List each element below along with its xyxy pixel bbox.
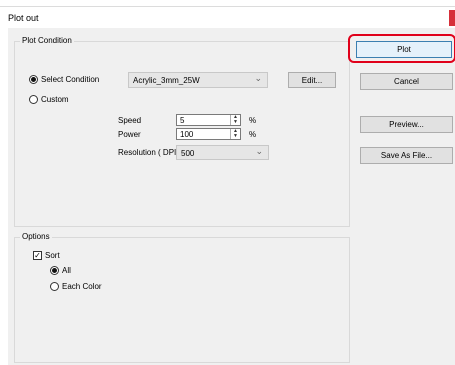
radio-selected-icon bbox=[31, 77, 36, 82]
sort-each-color-radio[interactable] bbox=[50, 282, 59, 291]
resolution-select[interactable]: 500 ⌄ bbox=[176, 145, 269, 160]
speed-unit: % bbox=[249, 116, 257, 125]
speed-stepper[interactable]: 5 ▲ ▼ bbox=[176, 114, 241, 126]
checkbox-checked-icon: ✓ bbox=[34, 250, 41, 260]
window-title: Plot out bbox=[8, 13, 39, 23]
condition-preset-value: Acrylic_3mm_25W bbox=[133, 76, 200, 85]
resolution-label: Resolution ( DPI ) bbox=[118, 148, 182, 157]
sort-checkbox[interactable]: ✓ bbox=[33, 251, 42, 260]
condition-preset-select[interactable]: Acrylic_3mm_25W ⌄ bbox=[128, 72, 268, 88]
power-unit: % bbox=[249, 130, 257, 139]
top-edge bbox=[0, 0, 455, 9]
plot-condition-legend: Plot Condition bbox=[20, 36, 74, 45]
sort-all-radio[interactable] bbox=[50, 266, 59, 275]
options-legend: Options bbox=[20, 232, 52, 241]
sort-all-label: All bbox=[62, 266, 71, 275]
title-bar bbox=[0, 9, 455, 27]
spin-down-icon[interactable]: ▼ bbox=[231, 134, 240, 139]
close-icon[interactable] bbox=[449, 10, 455, 26]
save-as-file-button[interactable]: Save As File... bbox=[360, 147, 453, 164]
speed-value: 5 bbox=[180, 116, 185, 125]
plot-button[interactable]: Plot bbox=[356, 41, 452, 58]
select-condition-radio[interactable] bbox=[29, 75, 38, 84]
edit-button[interactable]: Edit... bbox=[288, 72, 336, 88]
spin-arrows[interactable]: ▲ ▼ bbox=[230, 129, 240, 139]
chevron-down-icon: ⌄ bbox=[254, 73, 262, 83]
power-stepper[interactable]: 100 ▲ ▼ bbox=[176, 128, 241, 140]
radio-selected-icon bbox=[52, 268, 57, 273]
chevron-down-icon: ⌄ bbox=[255, 146, 263, 156]
power-label: Power bbox=[118, 130, 141, 139]
spin-arrows[interactable]: ▲ ▼ bbox=[230, 115, 240, 125]
custom-radio[interactable] bbox=[29, 95, 38, 104]
power-value: 100 bbox=[180, 130, 194, 139]
select-condition-label: Select Condition bbox=[41, 75, 100, 84]
custom-label: Custom bbox=[41, 95, 69, 104]
sort-each-color-label: Each Color bbox=[62, 282, 102, 291]
resolution-value: 500 bbox=[181, 149, 195, 158]
sort-label: Sort bbox=[45, 251, 60, 260]
cancel-button[interactable]: Cancel bbox=[360, 73, 453, 90]
preview-button[interactable]: Preview... bbox=[360, 116, 453, 133]
options-group bbox=[14, 237, 350, 363]
speed-label: Speed bbox=[118, 116, 142, 125]
spin-down-icon[interactable]: ▼ bbox=[231, 120, 240, 125]
